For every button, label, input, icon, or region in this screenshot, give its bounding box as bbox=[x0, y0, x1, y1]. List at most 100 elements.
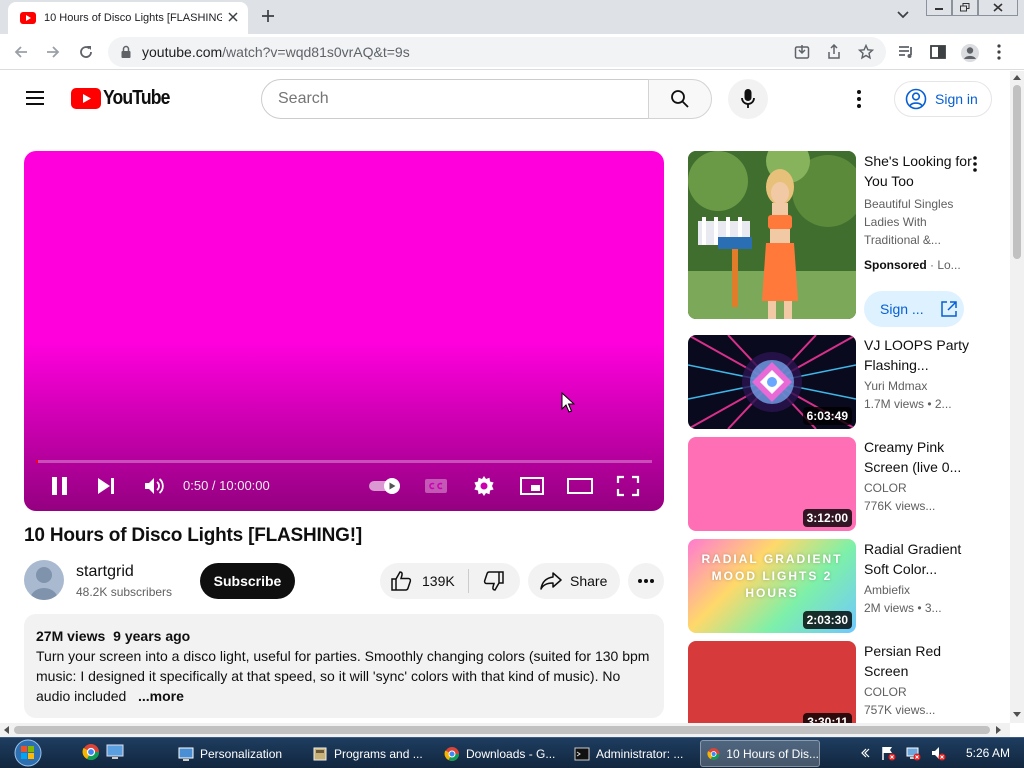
sponsored-ad-card[interactable]: She's Looking for You Too Beautiful Sing… bbox=[688, 151, 992, 327]
scroll-left-arrow-icon[interactable] bbox=[3, 726, 9, 734]
video-title[interactable]: Persian Red Screen bbox=[864, 641, 974, 681]
voice-search-button[interactable] bbox=[728, 79, 768, 119]
description-box[interactable]: 27M views 9 years ago Turn your screen i… bbox=[24, 614, 664, 718]
youtube-logo[interactable]: YouTube bbox=[71, 87, 179, 110]
ad-options-kebab-icon[interactable] bbox=[972, 155, 978, 173]
taskbar-item-downloads[interactable]: Downloads - G... bbox=[438, 740, 566, 767]
autoplay-toggle-icon[interactable] bbox=[368, 475, 402, 497]
theater-mode-icon[interactable] bbox=[566, 475, 594, 497]
video-title[interactable]: VJ LOOPS Party Flashing... bbox=[864, 335, 974, 375]
horizontal-scroll-thumb[interactable] bbox=[14, 726, 990, 734]
tab-search-chevron-icon[interactable] bbox=[896, 10, 910, 20]
search-button[interactable] bbox=[648, 79, 712, 119]
share-button[interactable]: Share bbox=[528, 563, 620, 599]
pause-icon[interactable] bbox=[50, 475, 70, 497]
settings-gear-icon[interactable] bbox=[473, 475, 495, 497]
dislike-button[interactable] bbox=[474, 563, 514, 599]
vertical-scroll-thumb[interactable] bbox=[1013, 85, 1021, 259]
channel-avatar[interactable] bbox=[24, 560, 64, 600]
restore-button[interactable] bbox=[952, 0, 978, 16]
browser-tab-active[interactable]: 10 Hours of Disco Lights [FLASHING!] bbox=[8, 2, 248, 34]
video-player[interactable]: 0:50 / 10:00:00 bbox=[24, 151, 664, 511]
taskbar-item-administrator[interactable]: Administrator: ... bbox=[568, 740, 696, 767]
sign-in-button[interactable]: Sign in bbox=[894, 81, 992, 117]
view-meta: 27M views 9 years ago bbox=[36, 626, 652, 646]
hamburger-menu-icon[interactable] bbox=[24, 89, 46, 107]
forward-icon[interactable] bbox=[44, 43, 62, 61]
ad-title[interactable]: She's Looking for You Too bbox=[864, 151, 974, 191]
progress-bar[interactable] bbox=[36, 460, 652, 463]
ad-subtitle: Beautiful Singles Ladies With Traditiona… bbox=[864, 197, 954, 247]
taskbar-label: Administrator: ... bbox=[596, 746, 684, 761]
duration-badge: 3:12:00 bbox=[802, 509, 852, 527]
back-icon[interactable] bbox=[12, 43, 30, 61]
taskbar-item-programs[interactable]: Programs and ... bbox=[306, 740, 434, 767]
like-button[interactable]: 139K bbox=[380, 563, 468, 599]
channel-name[interactable]: Ambiefix bbox=[864, 583, 910, 597]
media-control-icon[interactable] bbox=[897, 43, 915, 61]
channel-name[interactable]: COLOR bbox=[864, 685, 907, 699]
close-tab-icon[interactable] bbox=[226, 10, 240, 24]
system-clock[interactable]: 5:26 AM bbox=[966, 746, 1010, 760]
horizontal-scrollbar[interactable] bbox=[0, 723, 1010, 737]
address-bar[interactable]: youtube.com/watch?v=wqd81s0vrAQ&t=9s bbox=[108, 37, 886, 67]
video-thumbnail[interactable]: 6:03:49 bbox=[688, 335, 856, 429]
tab-strip: 10 Hours of Disco Lights [FLASHING!] bbox=[0, 0, 1024, 34]
taskbar-item-youtube-chrome[interactable]: 10 Hours of Dis... bbox=[700, 740, 820, 767]
action-center-flag-icon[interactable] bbox=[880, 745, 896, 761]
install-app-icon[interactable] bbox=[794, 44, 810, 60]
sponsored-label: Sponsored bbox=[864, 258, 927, 272]
video-thumbnail[interactable]: 3:30:11 bbox=[688, 641, 856, 723]
ad-cta-button[interactable]: Sign ... bbox=[864, 291, 964, 327]
search-input[interactable] bbox=[261, 79, 649, 119]
bookmark-star-icon[interactable] bbox=[858, 44, 874, 60]
volume-icon[interactable] bbox=[143, 475, 165, 497]
new-tab-icon[interactable] bbox=[260, 8, 276, 24]
ad-thumbnail[interactable] bbox=[688, 151, 856, 319]
chrome-quicklaunch-icon[interactable] bbox=[82, 743, 100, 761]
channel-name[interactable]: startgrid bbox=[76, 563, 134, 581]
vertical-scrollbar[interactable] bbox=[1010, 71, 1024, 723]
recommended-video[interactable]: 3:30:11 Persian Red Screen COLOR 757K vi… bbox=[688, 641, 992, 723]
channel-name[interactable]: COLOR bbox=[864, 481, 907, 495]
recommended-video[interactable]: 6:03:49 VJ LOOPS Party Flashing... Yuri … bbox=[688, 335, 992, 429]
video-thumbnail[interactable]: 3:12:00 bbox=[688, 437, 856, 531]
taskbar-item-personalization[interactable]: Personalization bbox=[172, 740, 300, 767]
chrome-icon bbox=[444, 746, 459, 761]
start-orb-icon[interactable] bbox=[8, 738, 48, 768]
more-actions-button[interactable] bbox=[628, 563, 664, 599]
lock-icon[interactable] bbox=[120, 45, 132, 59]
browser-window: 10 Hours of Disco Lights [FLASHING!] you… bbox=[0, 0, 1024, 768]
video-title: 10 Hours of Disco Lights [FLASHING!] bbox=[24, 525, 362, 546]
show-hidden-icons-icon[interactable] bbox=[860, 747, 870, 759]
close-window-button[interactable] bbox=[978, 0, 1018, 16]
video-title[interactable]: Radial Gradient Soft Color... bbox=[864, 539, 974, 579]
desktop-quicklaunch-icon[interactable] bbox=[106, 743, 124, 761]
scroll-right-arrow-icon[interactable] bbox=[996, 726, 1002, 734]
network-icon[interactable] bbox=[905, 745, 921, 761]
fullscreen-icon[interactable] bbox=[616, 475, 640, 497]
account-circle-icon bbox=[905, 88, 927, 110]
profile-icon[interactable] bbox=[960, 43, 980, 63]
subscribe-button[interactable]: Subscribe bbox=[200, 563, 295, 599]
subtitles-cc-icon[interactable] bbox=[424, 475, 448, 497]
video-title[interactable]: Creamy Pink Screen (live 0... bbox=[864, 437, 974, 477]
reload-icon[interactable] bbox=[77, 43, 95, 61]
chrome-menu-icon[interactable] bbox=[996, 43, 1002, 61]
miniplayer-icon[interactable] bbox=[519, 475, 545, 497]
scroll-down-arrow-icon[interactable] bbox=[1013, 712, 1021, 718]
volume-muted-icon[interactable] bbox=[930, 745, 946, 761]
show-more-link[interactable]: ...more bbox=[138, 688, 184, 704]
microphone-icon bbox=[741, 89, 755, 108]
video-thumbnail[interactable]: RADIAL GRADIENT MOOD LIGHTS 2 HOURS 2:03… bbox=[688, 539, 856, 633]
settings-kebab-icon[interactable] bbox=[856, 89, 862, 109]
minimize-button[interactable] bbox=[926, 0, 952, 16]
ad-cta-label: Sign ... bbox=[880, 301, 924, 317]
next-video-icon[interactable] bbox=[96, 475, 116, 497]
channel-name[interactable]: Yuri Mdmax bbox=[864, 379, 927, 393]
share-page-icon[interactable] bbox=[826, 44, 842, 60]
recommended-video[interactable]: 3:12:00 Creamy Pink Screen (live 0... CO… bbox=[688, 437, 992, 531]
scroll-up-arrow-icon[interactable] bbox=[1013, 74, 1021, 80]
side-panel-icon[interactable] bbox=[929, 43, 947, 61]
recommended-video[interactable]: RADIAL GRADIENT MOOD LIGHTS 2 HOURS 2:03… bbox=[688, 539, 992, 633]
